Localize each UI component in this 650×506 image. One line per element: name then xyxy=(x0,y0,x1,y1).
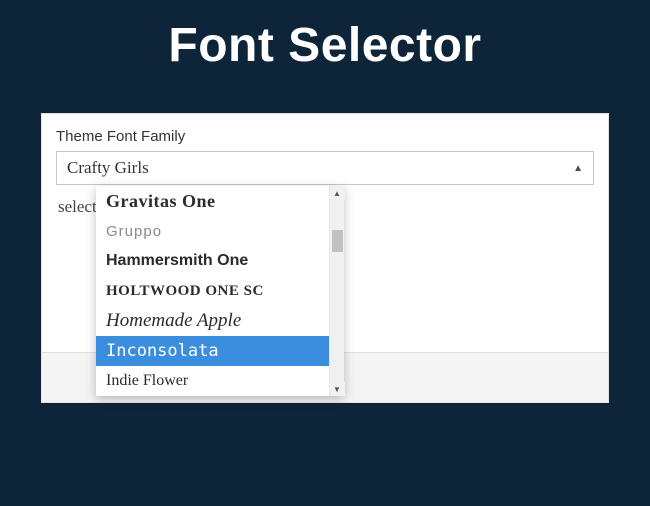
scrollbar-track[interactable] xyxy=(330,200,344,382)
font-option[interactable]: Hammersmith One xyxy=(96,246,329,276)
field-label: Theme Font Family xyxy=(42,114,608,151)
font-option[interactable]: Gravitas One xyxy=(96,186,329,216)
font-selector-panel: Theme Font Family Crafty Girls ▲ selecte… xyxy=(41,113,609,403)
chevron-up-icon: ▲ xyxy=(573,163,583,174)
font-dropdown: Gravitas One Gruppo Hammersmith One Holt… xyxy=(96,186,344,396)
scroll-down-icon[interactable]: ▼ xyxy=(330,382,345,396)
dropdown-options: Gravitas One Gruppo Hammersmith One Holt… xyxy=(96,186,329,396)
font-option[interactable]: Gruppo xyxy=(96,216,329,246)
font-option-highlighted[interactable]: Inconsolata xyxy=(96,336,329,366)
select-value: Crafty Girls xyxy=(67,158,149,178)
scroll-up-icon[interactable]: ▲ xyxy=(330,186,345,200)
font-family-select[interactable]: Crafty Girls ▲ xyxy=(56,151,594,185)
page-title: Font Selector xyxy=(0,0,650,73)
font-option[interactable]: Indie Flower xyxy=(96,366,329,396)
scrollbar-thumb[interactable] xyxy=(332,230,343,252)
font-option[interactable]: Holtwood One SC xyxy=(96,276,329,306)
dropdown-scrollbar[interactable]: ▲ ▼ xyxy=(329,186,344,396)
font-option[interactable]: Homemade Apple xyxy=(96,306,329,336)
